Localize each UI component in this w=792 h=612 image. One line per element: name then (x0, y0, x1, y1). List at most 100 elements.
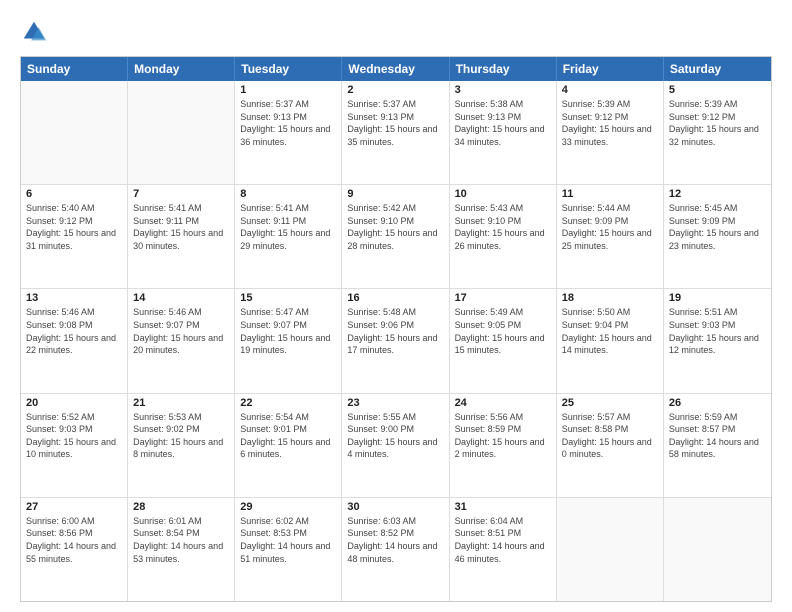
day-number: 21 (133, 397, 229, 409)
day-number: 31 (455, 501, 551, 513)
calendar-week-2: 6Sunrise: 5:40 AMSunset: 9:12 PMDaylight… (21, 185, 771, 289)
day-cell-17: 17 Sunrise: 5:49 AMSunset: 9:05 PMDayligh… (450, 289, 557, 392)
day-number: 24 (455, 397, 551, 409)
empty-cell (21, 81, 128, 184)
day-cell-1: 1 Sunrise: 5:37 AMSunset: 9:13 PMDaylight… (235, 81, 342, 184)
day-info: Sunrise: 5:42 AMSunset: 9:10 PMDaylight:… (347, 202, 443, 252)
day-number: 9 (347, 188, 443, 200)
day-number: 19 (669, 292, 766, 304)
day-cell-6: 6Sunrise: 5:40 AMSunset: 9:12 PMDaylight… (21, 185, 128, 288)
day-info: Sunrise: 5:44 AMSunset: 9:09 PMDaylight:… (562, 202, 658, 252)
day-cell-16: 16 Sunrise: 5:48 AMSunset: 9:06 PMDayligh… (342, 289, 449, 392)
day-number: 12 (669, 188, 766, 200)
day-number: 14 (133, 292, 229, 304)
day-info: Sunrise: 5:48 AMSunset: 9:06 PMDaylight:… (347, 306, 443, 356)
day-info: Sunrise: 5:54 AMSunset: 9:01 PMDaylight:… (240, 411, 336, 461)
day-cell-4: 4 Sunrise: 5:39 AMSunset: 9:12 PMDaylight… (557, 81, 664, 184)
day-info: Sunrise: 6:03 AMSunset: 8:52 PMDaylight:… (347, 515, 443, 565)
day-number: 3 (455, 84, 551, 96)
day-info: Sunrise: 5:41 AMSunset: 9:11 PMDaylight:… (133, 202, 229, 252)
day-cell-9: 9 Sunrise: 5:42 AMSunset: 9:10 PMDaylight… (342, 185, 449, 288)
day-info: Sunrise: 5:38 AMSunset: 9:13 PMDaylight:… (455, 98, 551, 148)
day-cell-15: 15 Sunrise: 5:47 AMSunset: 9:07 PMDayligh… (235, 289, 342, 392)
day-cell-10: 10Sunrise: 5:43 AMSunset: 9:10 PMDayligh… (450, 185, 557, 288)
day-info: Sunrise: 5:53 AMSunset: 9:02 PMDaylight:… (133, 411, 229, 461)
empty-cell (557, 498, 664, 601)
day-info: Sunrise: 5:46 AMSunset: 9:08 PMDaylight:… (26, 306, 122, 356)
day-number: 29 (240, 501, 336, 513)
weekday-header-friday: Friday (557, 57, 664, 81)
day-cell-24: 24 Sunrise: 5:56 AMSunset: 8:59 PMDayligh… (450, 394, 557, 497)
day-cell-14: 14 Sunrise: 5:46 AMSunset: 9:07 PMDayligh… (128, 289, 235, 392)
day-info: Sunrise: 5:47 AMSunset: 9:07 PMDaylight:… (240, 306, 336, 356)
day-cell-22: 22 Sunrise: 5:54 AMSunset: 9:01 PMDayligh… (235, 394, 342, 497)
day-info: Sunrise: 6:02 AMSunset: 8:53 PMDaylight:… (240, 515, 336, 565)
day-number: 15 (240, 292, 336, 304)
day-number: 13 (26, 292, 122, 304)
weekday-header-tuesday: Tuesday (235, 57, 342, 81)
calendar-week-5: 27Sunrise: 6:00 AMSunset: 8:56 PMDayligh… (21, 498, 771, 601)
day-cell-30: 30 Sunrise: 6:03 AMSunset: 8:52 PMDayligh… (342, 498, 449, 601)
day-cell-27: 27Sunrise: 6:00 AMSunset: 8:56 PMDayligh… (21, 498, 128, 601)
day-cell-29: 29 Sunrise: 6:02 AMSunset: 8:53 PMDayligh… (235, 498, 342, 601)
day-cell-26: 26Sunrise: 5:59 AMSunset: 8:57 PMDayligh… (664, 394, 771, 497)
day-number: 16 (347, 292, 443, 304)
empty-cell (128, 81, 235, 184)
empty-cell (664, 498, 771, 601)
weekday-header-thursday: Thursday (450, 57, 557, 81)
day-info: Sunrise: 6:01 AMSunset: 8:54 PMDaylight:… (133, 515, 229, 565)
weekday-header-sunday: Sunday (21, 57, 128, 81)
day-cell-11: 11 Sunrise: 5:44 AMSunset: 9:09 PMDayligh… (557, 185, 664, 288)
day-cell-3: 3 Sunrise: 5:38 AMSunset: 9:13 PMDaylight… (450, 81, 557, 184)
day-cell-20: 20 Sunrise: 5:52 AMSunset: 9:03 PMDayligh… (21, 394, 128, 497)
day-number: 30 (347, 501, 443, 513)
day-info: Sunrise: 5:39 AMSunset: 9:12 PMDaylight:… (669, 98, 766, 148)
day-number: 17 (455, 292, 551, 304)
day-info: Sunrise: 5:45 AMSunset: 9:09 PMDaylight:… (669, 202, 766, 252)
calendar-body: 1 Sunrise: 5:37 AMSunset: 9:13 PMDaylight… (21, 81, 771, 601)
logo-icon (20, 18, 48, 46)
day-cell-28: 28Sunrise: 6:01 AMSunset: 8:54 PMDayligh… (128, 498, 235, 601)
day-info: Sunrise: 5:49 AMSunset: 9:05 PMDaylight:… (455, 306, 551, 356)
calendar-header: SundayMondayTuesdayWednesdayThursdayFrid… (21, 57, 771, 81)
day-info: Sunrise: 5:46 AMSunset: 9:07 PMDaylight:… (133, 306, 229, 356)
day-cell-8: 8Sunrise: 5:41 AMSunset: 9:11 PMDaylight… (235, 185, 342, 288)
day-info: Sunrise: 5:37 AMSunset: 9:13 PMDaylight:… (347, 98, 443, 148)
day-cell-5: 5 Sunrise: 5:39 AMSunset: 9:12 PMDaylight… (664, 81, 771, 184)
logo (20, 18, 50, 46)
day-info: Sunrise: 5:50 AMSunset: 9:04 PMDaylight:… (562, 306, 658, 356)
day-number: 1 (240, 84, 336, 96)
day-info: Sunrise: 5:41 AMSunset: 9:11 PMDaylight:… (240, 202, 336, 252)
page: SundayMondayTuesdayWednesdayThursdayFrid… (0, 0, 792, 612)
day-cell-21: 21 Sunrise: 5:53 AMSunset: 9:02 PMDayligh… (128, 394, 235, 497)
day-info: Sunrise: 5:57 AMSunset: 8:58 PMDaylight:… (562, 411, 658, 461)
day-info: Sunrise: 5:39 AMSunset: 9:12 PMDaylight:… (562, 98, 658, 148)
day-number: 11 (562, 188, 658, 200)
header (20, 18, 772, 46)
day-number: 27 (26, 501, 122, 513)
day-info: Sunrise: 5:59 AMSunset: 8:57 PMDaylight:… (669, 411, 766, 461)
day-number: 4 (562, 84, 658, 96)
weekday-header-monday: Monday (128, 57, 235, 81)
day-number: 5 (669, 84, 766, 96)
day-cell-13: 13 Sunrise: 5:46 AMSunset: 9:08 PMDayligh… (21, 289, 128, 392)
day-info: Sunrise: 5:37 AMSunset: 9:13 PMDaylight:… (240, 98, 336, 148)
day-info: Sunrise: 5:52 AMSunset: 9:03 PMDaylight:… (26, 411, 122, 461)
day-cell-23: 23Sunrise: 5:55 AMSunset: 9:00 PMDayligh… (342, 394, 449, 497)
day-number: 2 (347, 84, 443, 96)
day-info: Sunrise: 5:51 AMSunset: 9:03 PMDaylight:… (669, 306, 766, 356)
day-cell-2: 2 Sunrise: 5:37 AMSunset: 9:13 PMDaylight… (342, 81, 449, 184)
weekday-header-wednesday: Wednesday (342, 57, 449, 81)
calendar-week-4: 20 Sunrise: 5:52 AMSunset: 9:03 PMDayligh… (21, 394, 771, 498)
day-number: 18 (562, 292, 658, 304)
day-cell-18: 18 Sunrise: 5:50 AMSunset: 9:04 PMDayligh… (557, 289, 664, 392)
day-info: Sunrise: 5:40 AMSunset: 9:12 PMDaylight:… (26, 202, 122, 252)
day-number: 20 (26, 397, 122, 409)
day-cell-7: 7 Sunrise: 5:41 AMSunset: 9:11 PMDaylight… (128, 185, 235, 288)
day-cell-31: 31 Sunrise: 6:04 AMSunset: 8:51 PMDayligh… (450, 498, 557, 601)
day-info: Sunrise: 5:56 AMSunset: 8:59 PMDaylight:… (455, 411, 551, 461)
day-info: Sunrise: 6:04 AMSunset: 8:51 PMDaylight:… (455, 515, 551, 565)
day-number: 22 (240, 397, 336, 409)
day-number: 7 (133, 188, 229, 200)
day-info: Sunrise: 5:55 AMSunset: 9:00 PMDaylight:… (347, 411, 443, 461)
